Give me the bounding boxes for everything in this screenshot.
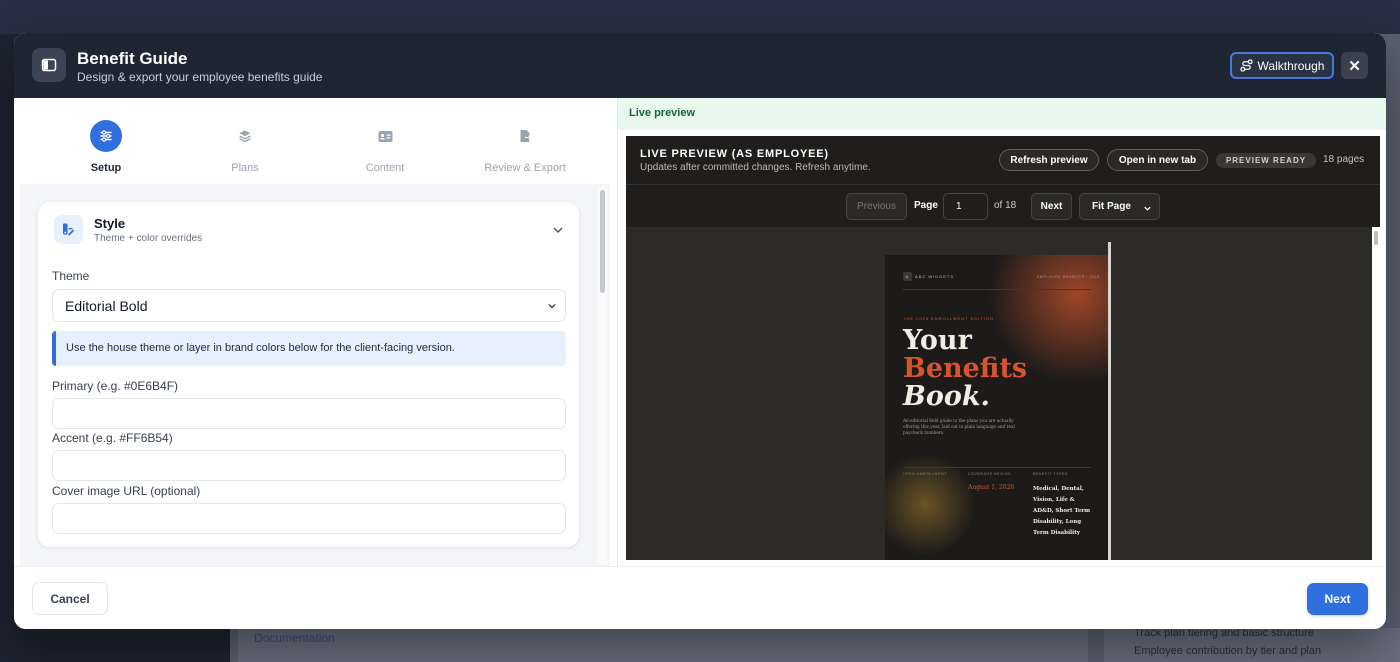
close-button[interactable]: ✕ [1341, 52, 1368, 79]
benefit-types: Medical, Dental, Vision, Life & AD&D, Sh… [1033, 486, 1091, 536]
page-headline: Your Benefits Book. [903, 327, 1027, 411]
page-count: 18 pages [1323, 154, 1365, 165]
layers-icon [229, 120, 261, 152]
preview-header: LIVE PREVIEW (AS EMPLOYEE) Updates after… [626, 136, 1380, 184]
previous-page-button[interactable]: Previous [846, 193, 907, 220]
page-number-input[interactable]: 1 [943, 193, 988, 220]
scrollbar-thumb[interactable] [600, 190, 605, 293]
close-icon: ✕ [1348, 57, 1361, 75]
chevron-down-icon [1144, 206, 1151, 211]
modal-footer: Cancel Next [14, 566, 1386, 629]
column-label: COVERAGE BEGINS [968, 472, 1012, 476]
scrollbar-thumb[interactable] [1374, 231, 1378, 245]
modal-subtitle: Design & export your employee benefits g… [77, 70, 323, 84]
document-page: A ABC WIDGETS EMPLOYEE BENEFITS · 2026 T… [885, 255, 1109, 560]
divider [903, 467, 1091, 468]
background-text: Employee contribution by tier and plan [1134, 645, 1322, 657]
status-badge: PREVIEW READY [1216, 153, 1316, 168]
cover-image-input[interactable] [52, 503, 566, 534]
next-button[interactable]: Next [1307, 583, 1368, 615]
theme-info-callout: Use the house theme or layer in brand co… [52, 331, 566, 366]
theme-value: Editorial Bold [65, 298, 148, 314]
page-kicker: EMPLOYEE BENEFITS · 2026 [1037, 275, 1100, 279]
primary-color-input[interactable] [52, 398, 566, 429]
logo-mark: A [903, 272, 912, 281]
theme-select[interactable]: Editorial Bold [52, 289, 566, 322]
decorative-glow [885, 445, 975, 560]
step-label: Plans [231, 162, 259, 174]
page-total: of 18 [994, 200, 1017, 211]
theme-label: Theme [52, 269, 90, 283]
column-label: OPEN ENROLLMENT [903, 472, 947, 476]
step-setup[interactable]: Setup [36, 98, 176, 174]
panel-icon [32, 48, 66, 82]
headline-line: Benefits [903, 353, 1028, 384]
step-plans[interactable]: Plans [175, 98, 315, 174]
open-new-tab-button[interactable]: Open in new tab [1107, 149, 1208, 171]
style-card: Style Theme + color overrides Theme Edit… [38, 202, 579, 547]
brand-logo: A ABC WIDGETS [903, 272, 954, 281]
brand-name: ABC WIDGETS [915, 274, 955, 279]
cancel-button[interactable]: Cancel [32, 582, 108, 615]
edition-label: THE 2026 ENROLLMENT EDITION [903, 316, 994, 321]
wizard-steps: Setup Plans Content Review & Export [14, 98, 617, 184]
card-title: Style [94, 216, 126, 231]
modal-title: Benefit Guide [77, 49, 188, 68]
background-card [238, 628, 1088, 662]
live-preview-label: Live preview [629, 107, 696, 119]
step-content[interactable]: Content [315, 98, 455, 174]
sliders-icon [90, 120, 122, 152]
chevron-down-icon[interactable] [552, 224, 564, 236]
id-card-icon [369, 120, 401, 152]
route-icon [1239, 59, 1253, 72]
file-export-icon [509, 120, 541, 152]
chevron-down-icon [548, 304, 556, 309]
page-edge [1108, 242, 1111, 560]
background-text: Documentation [254, 631, 335, 645]
step-review-export[interactable]: Review & Export [455, 98, 595, 174]
live-preview-bar: Live preview [618, 98, 1386, 130]
accent-color-input[interactable] [52, 450, 566, 481]
pager-toolbar: Previous Page 1 of 18 Next Fit Page [626, 184, 1380, 227]
palette-icon [54, 215, 83, 244]
background-topbar [0, 0, 1400, 34]
step-label: Review & Export [484, 162, 566, 174]
coverage-date: August 1, 2026 [968, 484, 1015, 491]
headline-line: Book. [903, 381, 990, 412]
cover-image-label: Cover image URL (optional) [52, 484, 201, 498]
preview-frame: LIVE PREVIEW (AS EMPLOYEE) Updates after… [626, 136, 1380, 560]
refresh-preview-button[interactable]: Refresh preview [999, 149, 1099, 171]
preview-subtitle: Updates after committed changes. Refresh… [640, 162, 871, 173]
step-label: Setup [90, 162, 122, 174]
preview-title: LIVE PREVIEW (AS EMPLOYEE) [640, 148, 829, 160]
zoom-value: Fit Page [1092, 201, 1131, 212]
walkthrough-label: Walkthrough [1257, 58, 1325, 73]
headline-line: Your [903, 325, 972, 356]
primary-color-label: Primary (e.g. #0E6B4F) [52, 379, 179, 393]
benefit-guide-modal: Benefit Guide Design & export your emplo… [14, 33, 1386, 629]
live-preview-panel: Live preview LIVE PREVIEW (AS EMPLOYEE) … [617, 98, 1386, 566]
modal-header: Benefit Guide Design & export your emplo… [14, 33, 1386, 98]
zoom-select[interactable]: Fit Page [1079, 193, 1160, 220]
divider [903, 289, 1091, 290]
scrollbar[interactable] [1372, 227, 1380, 560]
walkthrough-button[interactable]: Walkthrough [1230, 52, 1334, 79]
column-label: BENEFIT TYPES [1033, 472, 1068, 476]
next-page-button[interactable]: Next [1031, 193, 1072, 220]
page-description: An editorial field guide to the plans yo… [903, 418, 1015, 435]
accent-color-label: Accent (e.g. #FF6B54) [52, 431, 173, 445]
step-label: Content [365, 162, 405, 174]
card-subtitle: Theme + color overrides [94, 233, 203, 244]
setup-panel: Setup Plans Content Review & Export Styl… [14, 98, 617, 566]
page-label: Page [914, 200, 938, 211]
